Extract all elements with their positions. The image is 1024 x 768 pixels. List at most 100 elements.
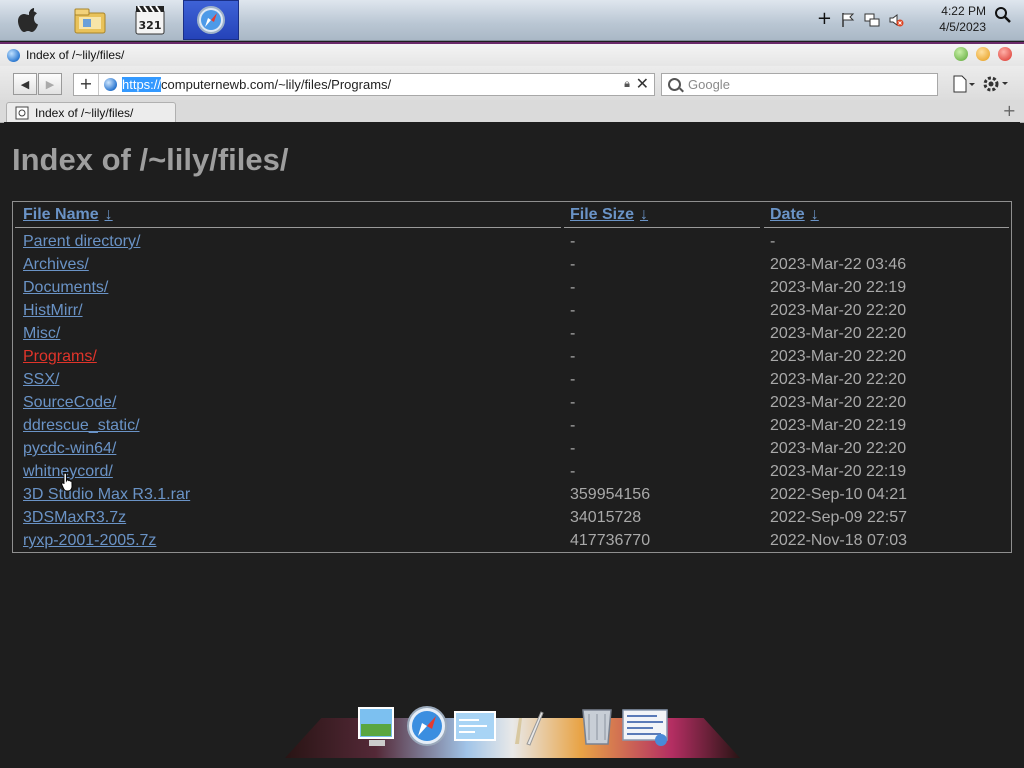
clock[interactable]: 4:22 PM 4/5/2023 (939, 3, 986, 35)
gear-icon[interactable] (982, 74, 1010, 94)
table-row: SourceCode/ - 2023-Mar-20 22:20 (13, 394, 1011, 417)
table-row: Programs/ - 2023-Mar-20 22:20 (13, 348, 1011, 371)
file-link[interactable]: Misc/ (23, 325, 60, 343)
url-scheme: https:// (122, 77, 162, 92)
new-tab-button[interactable]: + (1003, 101, 1016, 120)
header-divider (564, 227, 760, 228)
file-link[interactable]: ryxp-2001-2005.7z (23, 532, 156, 550)
search-icon (668, 78, 681, 91)
file-link[interactable]: Programs/ (23, 348, 97, 366)
arrow-left-icon: ◀ (20, 77, 30, 91)
file-link[interactable]: 3DSMaxR3.7z (23, 509, 126, 527)
table-row: SSX/ - 2023-Mar-20 22:20 (13, 371, 1011, 394)
tab-bar: Index of /~lily/files/ + (0, 100, 1024, 123)
file-date: 2023-Mar-20 22:20 (770, 394, 907, 411)
file-date: 2022-Nov-18 07:03 (770, 532, 907, 549)
column-date[interactable]: Date ↓ (770, 206, 819, 224)
clock-date: 4/5/2023 (939, 20, 986, 34)
table-row: Archives/ - 2023-Mar-22 03:46 (13, 256, 1011, 279)
trash-icon[interactable] (575, 704, 619, 748)
stop-button[interactable]: ✕ (636, 74, 649, 93)
file-size: - (570, 348, 576, 365)
file-link[interactable]: SourceCode/ (23, 394, 116, 412)
tools-icon[interactable] (503, 704, 547, 748)
table-row: pycdc-win64/ - 2023-Mar-20 22:20 (13, 440, 1011, 463)
search-field[interactable]: Google (661, 73, 938, 96)
add-bookmark-button[interactable]: + (74, 74, 99, 95)
taskbar-media-player-button[interactable]: 321 (122, 0, 178, 40)
tab-title: Index of /~lily/files/ (35, 106, 134, 120)
file-date: 2022-Sep-09 22:57 (770, 509, 907, 526)
close-button[interactable] (998, 47, 1012, 61)
taskbar-safari-button[interactable] (183, 0, 239, 40)
file-size: - (570, 463, 576, 480)
column-file-name[interactable]: File Name ↓ (23, 206, 113, 224)
finder-icon[interactable] (355, 704, 399, 748)
media-player-icon: 321 (135, 5, 165, 35)
apple-menu-icon[interactable] (16, 6, 42, 34)
file-size: - (570, 256, 576, 273)
dock (285, 700, 740, 762)
file-link[interactable]: pycdc-win64/ (23, 440, 116, 458)
tab-index[interactable]: Index of /~lily/files/ (6, 102, 176, 123)
window-titlebar[interactable]: Index of /~lily/files/ (0, 42, 1024, 68)
lock-icon[interactable]: 🔒︎ (624, 77, 630, 91)
file-link[interactable]: SSX/ (23, 371, 59, 389)
safari-icon (197, 6, 225, 34)
search-placeholder: Google (688, 77, 730, 92)
file-date: 2022-Sep-10 04:21 (770, 486, 907, 503)
file-link[interactable]: Parent directory/ (23, 233, 140, 251)
file-link[interactable]: HistMirr/ (23, 302, 83, 320)
mouse-pointer-icon (61, 472, 73, 492)
browser-toolbar: ◀ ▶ + https://computernewb.com/~lily/fil… (0, 66, 1024, 100)
file-size: - (570, 394, 576, 411)
volume-muted-icon[interactable] (888, 12, 904, 28)
file-size: 359954156 (570, 486, 651, 503)
clock-time: 4:22 PM (941, 4, 986, 18)
file-size: - (570, 371, 576, 388)
column-file-size-label: File Size (570, 206, 635, 223)
svg-text:321: 321 (139, 19, 162, 32)
site-icon (104, 78, 117, 91)
file-listing: File Name ↓ File Size ↓ Date ↓ Parent direc… (12, 201, 1012, 553)
file-link[interactable]: 3D Studio Max R3.1.rar (23, 486, 190, 504)
plus-icon[interactable]: + (817, 8, 832, 29)
header-divider (764, 227, 1009, 228)
file-size: - (570, 233, 576, 250)
column-date-label: Date (770, 206, 805, 223)
column-file-size[interactable]: File Size ↓ (570, 206, 648, 224)
minimize-button[interactable] (976, 47, 990, 61)
preview-icon[interactable] (453, 704, 497, 748)
back-button[interactable]: ◀ (13, 73, 37, 95)
file-date: 2023-Mar-20 22:19 (770, 417, 907, 434)
file-size: - (570, 302, 576, 319)
file-link[interactable]: Documents/ (23, 279, 108, 297)
network-icon[interactable] (864, 12, 880, 28)
file-link[interactable]: Archives/ (23, 256, 89, 274)
table-row: ddrescue_static/ - 2023-Mar-20 22:19 (13, 417, 1011, 440)
file-date: 2023-Mar-20 22:20 (770, 440, 907, 457)
safari-icon[interactable] (405, 704, 449, 748)
page-content: Index of /~lily/files/ File Name ↓ File S… (4, 122, 1020, 762)
search-icon[interactable] (994, 6, 1012, 24)
column-file-name-label: File Name (23, 206, 99, 223)
table-row: HistMirr/ - 2023-Mar-20 22:20 (13, 302, 1011, 325)
file-date: 2023-Mar-20 22:19 (770, 463, 907, 480)
system-preferences-icon[interactable] (621, 704, 671, 748)
taskbar: 321 + 4:22 PM 4/5/2023 (0, 0, 1024, 41)
sort-arrow-icon: ↓ (104, 206, 113, 223)
address-text[interactable]: https://computernewb.com/~lily/files/Pro… (122, 77, 391, 92)
file-date: 2023-Mar-20 22:20 (770, 348, 907, 365)
maximize-button[interactable] (954, 47, 968, 61)
flag-icon[interactable] (840, 12, 856, 28)
taskbar-explorer-button[interactable] (62, 0, 118, 40)
file-date: - (770, 233, 776, 250)
file-size: - (570, 325, 576, 342)
address-bar[interactable]: + https://computernewb.com/~lily/files/P… (73, 73, 655, 96)
file-size: 34015728 (570, 509, 642, 526)
forward-button[interactable]: ▶ (38, 73, 62, 95)
page-menu-icon[interactable] (952, 75, 976, 93)
table-row: ryxp-2001-2005.7z 417736770 2022-Nov-18 07… (13, 532, 1011, 555)
page-icon (15, 106, 29, 120)
file-link[interactable]: ddrescue_static/ (23, 417, 140, 435)
